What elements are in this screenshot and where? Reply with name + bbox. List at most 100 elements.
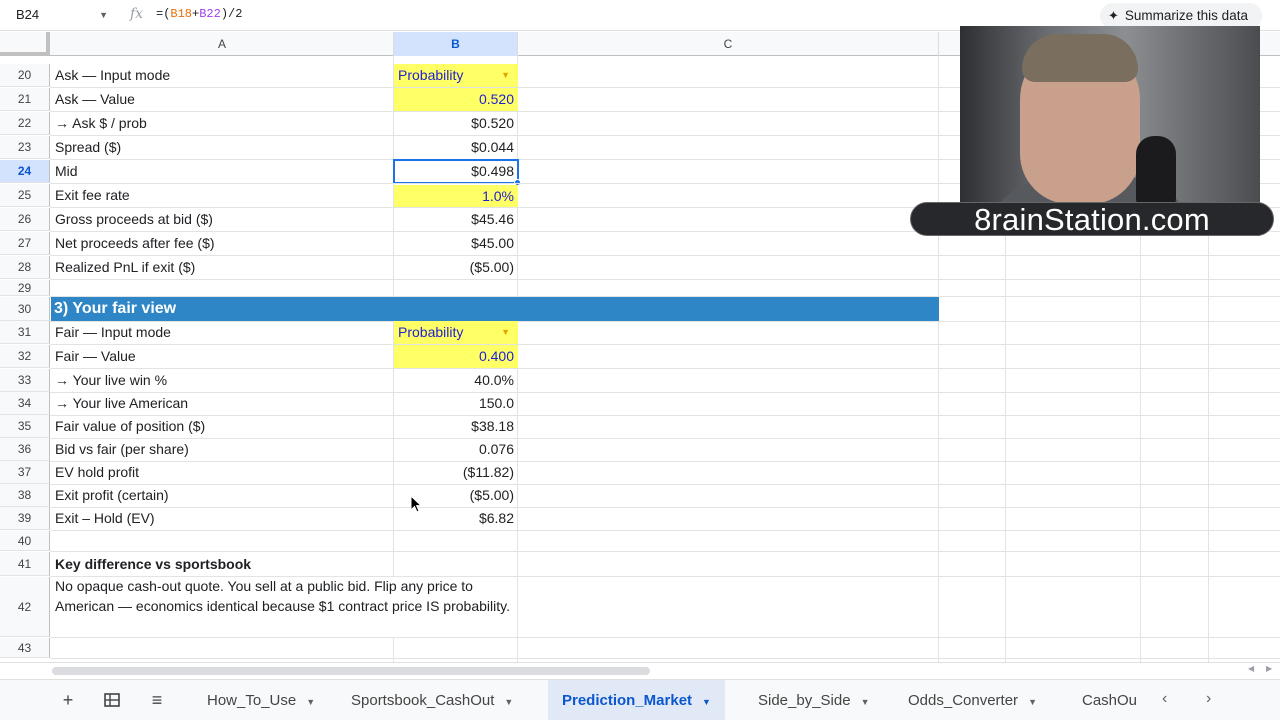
row-header-37[interactable]: 37 [0, 461, 50, 484]
cell-a32[interactable]: Fair — Value [51, 345, 393, 368]
cell-a25[interactable]: Exit fee rate [51, 184, 393, 207]
tab-odds-converter[interactable]: Odds_Converter ▼ [898, 680, 1047, 720]
cell-b37[interactable]: ($11.82) [394, 461, 518, 484]
cell-a28[interactable]: Realized PnL if exit ($) [51, 256, 393, 279]
row-header-23[interactable]: 23 [0, 136, 50, 159]
cell-b20-dropdown[interactable]: Probability ▼ [394, 64, 518, 87]
cell-b32[interactable]: 0.400 [394, 345, 518, 368]
row-header-39[interactable]: 39 [0, 507, 50, 530]
cell-b22[interactable]: $0.520 [394, 112, 518, 135]
add-sheet-button[interactable]: + [56, 688, 80, 712]
cell-a20[interactable]: Ask — Input mode [51, 64, 393, 87]
row-header-40[interactable]: 40 [0, 531, 50, 551]
caret-down-icon[interactable]: ▼ [504, 697, 513, 707]
row-header-20[interactable]: 20 [0, 64, 50, 87]
section-header-fair-view[interactable]: 3) Your fair view [51, 297, 939, 321]
tab-label: Sportsbook_CashOut [351, 692, 495, 709]
caret-down-icon[interactable]: ▼ [861, 697, 870, 707]
sheet-list-menu-icon[interactable]: ≡ [145, 688, 169, 712]
tab-sportsbook-cashout[interactable]: Sportsbook_CashOut ▼ [341, 680, 523, 720]
gridline [50, 279, 1280, 280]
caret-down-icon[interactable]: ▼ [702, 697, 711, 707]
key-difference-heading[interactable]: Key difference vs sportsbook [51, 552, 393, 576]
row-header-33[interactable]: 33 [0, 369, 50, 392]
cell-b23[interactable]: $0.044 [394, 136, 518, 159]
row-header-43[interactable]: 43 [0, 638, 50, 658]
tab-how-to-use[interactable]: How_To_Use ▼ [197, 680, 325, 720]
tab-label: Prediction_Market [562, 692, 693, 709]
row-header-24[interactable]: 24 [0, 160, 50, 183]
column-header-a[interactable]: A [51, 32, 394, 56]
row-header-42[interactable]: 42 [0, 577, 50, 637]
row-header-29[interactable]: 29 [0, 280, 50, 296]
cell-a35[interactable]: Fair value of position ($) [51, 415, 393, 438]
fx-icon: fx [130, 6, 144, 22]
scroll-left-icon[interactable]: ◀ [1248, 664, 1254, 673]
tab-cashout-truncated[interactable]: CashOu [1072, 680, 1144, 720]
tab-side-by-side[interactable]: Side_by_Side ▼ [748, 680, 880, 720]
cell-a37[interactable]: EV hold profit [51, 461, 393, 484]
formula-input[interactable]: =(B18+B22)/2 [156, 7, 242, 21]
scroll-right-icon[interactable]: ▶ [1266, 664, 1272, 673]
row-header-26[interactable]: 26 [0, 208, 50, 231]
scroll-tabs-right-icon[interactable]: › [1206, 690, 1211, 708]
row-header-38[interactable]: 38 [0, 484, 50, 507]
cell-b34[interactable]: 150.0 [394, 392, 518, 415]
scroll-tabs-left-icon[interactable]: ‹ [1162, 690, 1167, 708]
caret-down-icon[interactable]: ▼ [1028, 697, 1037, 707]
row-header-22[interactable]: 22 [0, 112, 50, 135]
cell-b21[interactable]: 0.520 [394, 88, 518, 111]
formula-ref-b18: B18 [170, 7, 193, 21]
cell-a22[interactable]: → Ask $ / prob [51, 112, 393, 135]
presenter-hair [1022, 34, 1138, 82]
cell-b25[interactable]: 1.0% [394, 185, 518, 207]
all-sheets-icon[interactable] [100, 688, 124, 712]
cell-b27[interactable]: $45.00 [394, 232, 518, 255]
row-header-41[interactable]: 41 [0, 552, 50, 576]
caret-down-icon[interactable]: ▼ [306, 697, 315, 707]
cell-a33[interactable]: → Your live win % [51, 369, 393, 392]
scrollbar-thumb[interactable] [52, 667, 650, 675]
cell-a27[interactable]: Net proceeds after fee ($) [51, 232, 393, 255]
cell-b35[interactable]: $38.18 [394, 415, 518, 438]
horizontal-scrollbar[interactable]: ◀ ▶ [0, 662, 1280, 678]
cell-a21[interactable]: Ask — Value [51, 88, 393, 111]
column-header-b[interactable]: B [394, 32, 518, 56]
cell-b33[interactable]: 40.0% [394, 369, 518, 392]
chevron-down-icon[interactable]: ▼ [99, 4, 108, 26]
tab-prediction-market[interactable]: Prediction_Market ▼ [548, 680, 725, 720]
cell-a39[interactable]: Exit – Hold (EV) [51, 507, 393, 530]
row-header-31[interactable]: 31 [0, 321, 50, 344]
column-header-c[interactable]: C [518, 32, 939, 56]
row-header-21[interactable]: 21 [0, 88, 50, 111]
cell-b28[interactable]: ($5.00) [394, 256, 518, 279]
cell-a38[interactable]: Exit profit (certain) [51, 484, 393, 507]
name-box[interactable]: B24 ▼ [8, 4, 114, 26]
row-header-25[interactable]: 25 [0, 184, 50, 207]
cell-a24[interactable]: Mid [51, 160, 393, 183]
ask-input-mode-value: Probability [398, 67, 464, 83]
formula-prefix: =( [156, 7, 171, 21]
row-header-36[interactable]: 36 [0, 438, 50, 461]
row-header-34[interactable]: 34 [0, 392, 50, 415]
row-header-35[interactable]: 35 [0, 415, 50, 438]
row-header-27[interactable]: 27 [0, 232, 50, 255]
key-difference-note[interactable]: No opaque cash-out quote. You sell at a … [51, 576, 511, 616]
row-header-30[interactable]: 30 [0, 297, 50, 321]
cell-a26[interactable]: Gross proceeds at bid ($) [51, 208, 393, 231]
cell-b31-dropdown[interactable]: Probability ▼ [394, 321, 518, 344]
tab-label: Side_by_Side [758, 692, 851, 709]
select-all-corner[interactable] [0, 32, 50, 56]
cell-a36[interactable]: Bid vs fair (per share) [51, 438, 393, 461]
tab-label: CashOu [1082, 692, 1138, 709]
row-header-28[interactable]: 28 [0, 256, 50, 279]
cell-b26[interactable]: $45.46 [394, 208, 518, 231]
cell-a31[interactable]: Fair — Input mode [51, 321, 393, 344]
gridline [50, 658, 1280, 659]
row-header-32[interactable]: 32 [0, 345, 50, 368]
dropdown-arrow-icon[interactable]: ▼ [501, 64, 510, 87]
cell-a34[interactable]: → Your live American [51, 392, 393, 415]
cell-a23[interactable]: Spread ($) [51, 136, 393, 159]
cell-b36[interactable]: 0.076 [394, 438, 518, 461]
dropdown-arrow-icon[interactable]: ▼ [501, 321, 510, 344]
